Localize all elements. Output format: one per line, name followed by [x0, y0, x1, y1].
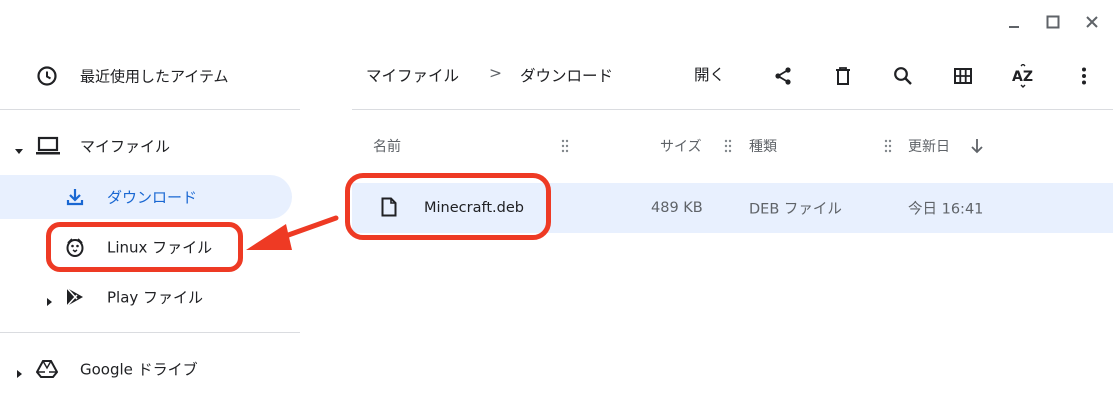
column-header-size[interactable]: サイズ	[660, 136, 702, 156]
caret-right-icon[interactable]	[44, 292, 54, 306]
column-resize-handle[interactable]	[561, 138, 569, 153]
annotation-arrow	[246, 215, 339, 250]
breadcrumb-current[interactable]: ダウンロード	[520, 64, 613, 86]
sort-az-icon: AZ	[1012, 64, 1033, 88]
search-button[interactable]	[887, 60, 919, 92]
column-resize-handle[interactable]	[724, 138, 732, 153]
share-icon	[775, 67, 791, 85]
play-store-icon	[64, 286, 86, 308]
delete-button[interactable]	[827, 60, 859, 92]
divider	[0, 109, 300, 110]
grid-view-icon	[954, 68, 972, 84]
sidebar-item-play-files[interactable]: Play ファイル	[0, 275, 300, 319]
sort-button[interactable]: AZ	[1007, 60, 1039, 92]
column-resize-handle[interactable]	[884, 138, 892, 153]
column-header-type[interactable]: 種類	[749, 136, 777, 156]
header-divider	[352, 109, 1113, 110]
minimize-button[interactable]	[1000, 8, 1028, 36]
caret-down-icon[interactable]	[14, 141, 24, 154]
laptop-icon	[36, 136, 60, 156]
sidebar-item-label: Google ドライブ	[80, 360, 198, 379]
share-button[interactable]	[767, 60, 799, 92]
maximize-icon	[1046, 15, 1060, 29]
more-icon	[1082, 67, 1086, 85]
highlight-ring-file	[345, 173, 551, 240]
sidebar-item-my-files[interactable]: マイファイル	[0, 124, 300, 168]
download-icon	[65, 187, 85, 207]
sidebar-item-label: Play ファイル	[107, 288, 204, 307]
svg-text:AZ: AZ	[1012, 69, 1033, 85]
pane-divider	[300, 0, 301, 403]
minimize-icon	[1009, 26, 1019, 28]
sort-descending-icon[interactable]	[970, 138, 984, 154]
maximize-button[interactable]	[1039, 8, 1067, 36]
sidebar-item-label: 最近使用したアイテム	[80, 67, 229, 86]
breadcrumb-separator: >	[489, 64, 502, 82]
sidebar-item-recent[interactable]: 最近使用したアイテム	[0, 54, 300, 98]
column-header-name[interactable]: 名前	[373, 136, 401, 156]
caret-right-icon[interactable]	[14, 364, 24, 378]
file-modified: 今日 16:41	[908, 201, 984, 218]
close-icon	[1086, 16, 1098, 28]
close-button[interactable]	[1078, 8, 1106, 36]
open-button[interactable]: 開く	[694, 63, 725, 85]
grid-view-button[interactable]	[947, 60, 979, 92]
column-header-modified[interactable]: 更新日	[908, 136, 950, 156]
file-type: DEB ファイル	[749, 201, 842, 218]
sidebar-item-label: マイファイル	[80, 137, 171, 156]
file-size: 489 KB	[651, 200, 703, 216]
divider	[0, 332, 300, 333]
clock-icon	[36, 65, 58, 87]
sidebar-item-label: ダウンロード	[107, 188, 198, 207]
search-icon	[894, 67, 912, 85]
delete-icon	[836, 67, 850, 85]
sidebar: 最近使用したアイテム マイファイル ダウンロード Linux ファイル Play…	[0, 0, 300, 403]
google-drive-icon	[36, 359, 58, 379]
more-button[interactable]	[1068, 60, 1100, 92]
breadcrumb-root[interactable]: マイファイル	[366, 64, 459, 86]
sidebar-item-google-drive[interactable]: Google ドライブ	[0, 347, 300, 391]
highlight-ring-linux-files	[46, 222, 243, 272]
